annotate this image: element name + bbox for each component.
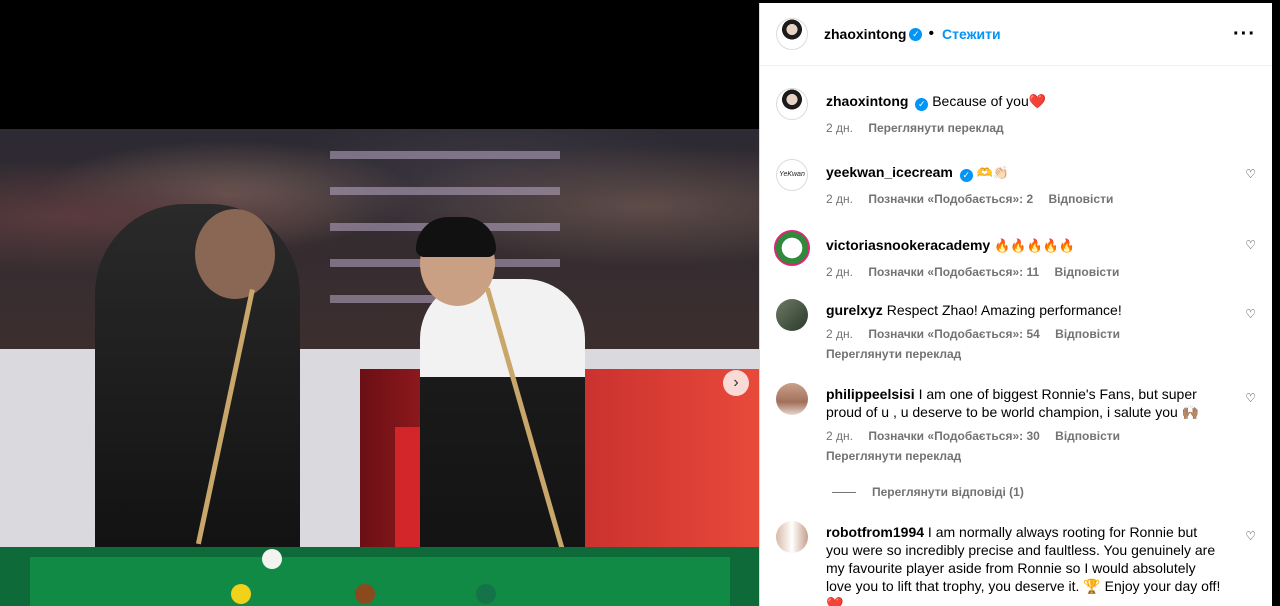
view-replies-label: Переглянути відповіді (1): [872, 485, 1024, 499]
comment-time: 2 дн.: [826, 265, 853, 279]
reply-button[interactable]: Відповісти: [1055, 265, 1120, 279]
comment-item: robotfrom1994 I am normally always rooti…: [776, 521, 1256, 606]
reply-button[interactable]: Відповісти: [1055, 429, 1120, 443]
ball-white: [262, 549, 282, 569]
comment-likes[interactable]: Позначки «Подобається»: 11: [868, 265, 1039, 279]
commenter-username[interactable]: robotfrom1994: [826, 524, 924, 540]
player-left-head: [195, 209, 275, 299]
comment-likes[interactable]: Позначки «Подобається»: 2: [868, 192, 1033, 206]
translate-link[interactable]: Переглянути переклад: [826, 449, 1224, 463]
comment-text: 🫶👏🏻: [976, 165, 1010, 180]
commenter-avatar[interactable]: [776, 299, 808, 331]
commenter-username[interactable]: gurelxyz: [826, 302, 883, 318]
caption-body: Because of you: [932, 93, 1029, 109]
comment-text: 🔥🔥🔥🔥🔥: [994, 238, 1076, 253]
view-replies-button[interactable]: Переглянути відповіді (1): [832, 485, 1256, 499]
comment-time: 2 дн.: [826, 192, 853, 206]
comment-time: 2 дн.: [826, 429, 853, 443]
commenter-username[interactable]: victoriasnookeracademy: [826, 237, 990, 253]
caption-avatar[interactable]: [776, 88, 808, 120]
comment-time: 2 дн.: [826, 327, 853, 341]
commenter-avatar[interactable]: [776, 521, 808, 553]
reply-button[interactable]: Відповісти: [1055, 327, 1120, 341]
separator-dot: •: [928, 25, 935, 42]
owner-username[interactable]: zhaoxintong: [824, 26, 906, 42]
owner-avatar[interactable]: [776, 18, 808, 50]
caption-text: zhaoxintong ✓ Because of you❤️: [826, 92, 1224, 111]
table-cloth: [30, 557, 730, 606]
caption-username[interactable]: zhaoxintong: [826, 93, 908, 109]
post-photo: [0, 129, 759, 606]
comment-likes[interactable]: Позначки «Подобається»: 30: [868, 429, 1039, 443]
like-heart-icon[interactable]: ♡: [1245, 167, 1256, 181]
commenter-avatar[interactable]: YeKwan: [776, 159, 808, 191]
caption-translate-link[interactable]: Переглянути переклад: [868, 121, 1003, 135]
commenter-username[interactable]: yeekwan_icecream: [826, 164, 953, 180]
translate-link[interactable]: Переглянути переклад: [826, 347, 1224, 361]
next-image-button[interactable]: ›: [723, 370, 749, 396]
ball-green: [476, 584, 496, 604]
comment-item: gurelxyz Respect Zhao! Amazing performan…: [776, 299, 1256, 361]
replies-line: [832, 491, 856, 493]
verified-badge-icon: ✓: [909, 27, 923, 41]
caption: zhaoxintong ✓ Because of you❤️ 2 дн. Пер…: [776, 88, 1256, 135]
post-media: ›: [0, 0, 759, 606]
commenter-avatar[interactable]: [774, 230, 810, 266]
like-heart-icon[interactable]: ♡: [1245, 307, 1256, 321]
like-heart-icon[interactable]: ♡: [1245, 529, 1256, 543]
commenter-avatar[interactable]: [776, 383, 808, 415]
like-heart-icon[interactable]: ♡: [1245, 391, 1256, 405]
verified-badge-icon: ✓: [915, 98, 929, 111]
reply-button[interactable]: Відповісти: [1048, 192, 1113, 206]
verified-badge-icon: ✓: [959, 169, 973, 182]
comment-likes[interactable]: Позначки «Подобається»: 54: [868, 327, 1039, 341]
ball-yellow: [231, 584, 251, 604]
comment-item: victoriasnookeracademy 🔥🔥🔥🔥🔥 2 дн. Позна…: [774, 230, 1256, 279]
comment-list: zhaoxintong ✓ Because of you❤️ 2 дн. Пер…: [760, 88, 1272, 606]
ball-brown: [355, 584, 375, 604]
caption-time: 2 дн.: [826, 121, 853, 135]
follow-button[interactable]: Стежити: [942, 26, 1001, 42]
post-header: zhaoxintong ✓ • Стежити ···: [760, 3, 1272, 66]
comment-text: Respect Zhao! Amazing performance!: [886, 302, 1122, 318]
comments-panel: zhaoxintong ✓ • Стежити ··· zhaoxintong …: [759, 3, 1272, 606]
comment-item: philippeelsisi I am one of biggest Ronni…: [776, 383, 1256, 463]
more-options-icon[interactable]: ···: [1233, 23, 1256, 46]
commenter-username[interactable]: philippeelsisi: [826, 386, 915, 402]
like-heart-icon[interactable]: ♡: [1245, 238, 1256, 252]
comment-item: YeKwan yeekwan_icecream ✓ 🫶👏🏻 2 дн. Позн…: [776, 159, 1256, 206]
heart-emoji-icon: ❤️: [1028, 93, 1047, 109]
